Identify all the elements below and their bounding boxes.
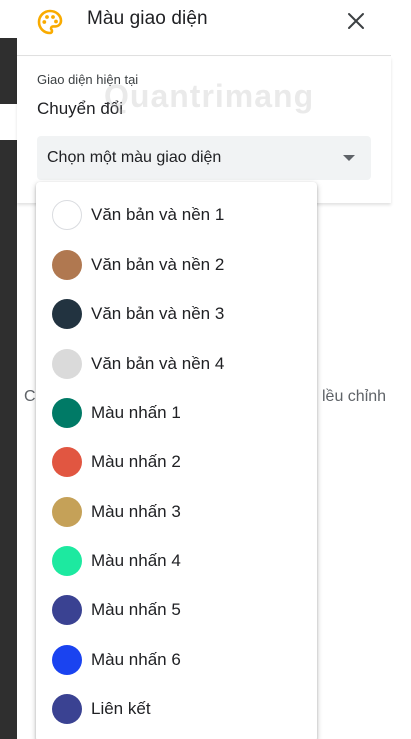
background-document-notch (0, 104, 17, 140)
color-option-label: Màu nhấn 3 (91, 502, 181, 521)
color-swatch-icon (52, 447, 82, 477)
close-button[interactable] (343, 8, 369, 34)
color-option[interactable]: Văn bản và nền 3 (36, 290, 317, 339)
background-document-edge (0, 38, 17, 739)
screen: Màu giao diện Giao diện hiện tại Chuyển … (0, 0, 411, 739)
theme-color-select-placeholder: Chọn một màu giao diện (47, 149, 222, 166)
color-swatch-icon (52, 694, 82, 724)
close-icon (348, 13, 364, 29)
color-option-label: Màu nhấn 6 (91, 650, 181, 669)
color-option-label: Màu nhấn 4 (91, 551, 181, 570)
background-text-right: lều chỉnh (322, 388, 387, 405)
color-option[interactable]: Màu nhấn 3 (36, 488, 317, 537)
color-option[interactable]: Văn bản và nền 2 (36, 241, 317, 290)
color-option-label: Màu nhấn 1 (91, 403, 181, 422)
color-option-label: Văn bản và nền 2 (91, 255, 225, 274)
color-option-label: Màu nhấn 2 (91, 452, 181, 471)
color-swatch-icon (52, 546, 82, 576)
color-option[interactable]: Văn bản và nền 4 (36, 340, 317, 389)
color-swatch-icon (52, 398, 82, 428)
color-swatch-icon (52, 349, 82, 379)
panel-header: Màu giao diện (17, 0, 391, 56)
theme-color-dropdown: Văn bản và nền 1 Văn bản và nền 2 Văn bản … (36, 182, 317, 739)
color-option[interactable]: Màu nhấn 2 (36, 438, 317, 487)
background-text-left: C (24, 388, 36, 405)
color-option-label: Văn bản và nền 3 (91, 304, 225, 323)
color-option-label: Văn bản và nền 1 (91, 205, 225, 224)
theme-color-select[interactable]: Chọn một màu giao diện (37, 136, 371, 180)
color-option[interactable]: Màu nhấn 6 (36, 636, 317, 685)
color-option[interactable]: Văn bản và nền 1 (36, 191, 317, 240)
color-swatch-icon (52, 595, 82, 625)
color-option-label: Liên kết (91, 699, 151, 718)
color-option[interactable]: Màu nhấn 5 (36, 586, 317, 635)
color-swatch-icon (52, 200, 82, 230)
color-option[interactable]: Liên kết (36, 685, 317, 734)
panel-title: Màu giao diện (87, 8, 208, 29)
chevron-down-icon (343, 155, 355, 161)
color-option[interactable]: Màu nhấn 4 (36, 537, 317, 586)
color-option-label: Văn bản và nền 4 (91, 354, 225, 373)
color-option[interactable]: Màu nhấn 1 (36, 389, 317, 438)
watermark: Quantrimang (104, 78, 315, 114)
palette-icon (37, 9, 63, 35)
color-swatch-icon (52, 645, 82, 675)
color-option-label: Màu nhấn 5 (91, 600, 181, 619)
color-swatch-icon (52, 497, 82, 527)
color-swatch-icon (52, 250, 82, 280)
color-swatch-icon (52, 299, 82, 329)
